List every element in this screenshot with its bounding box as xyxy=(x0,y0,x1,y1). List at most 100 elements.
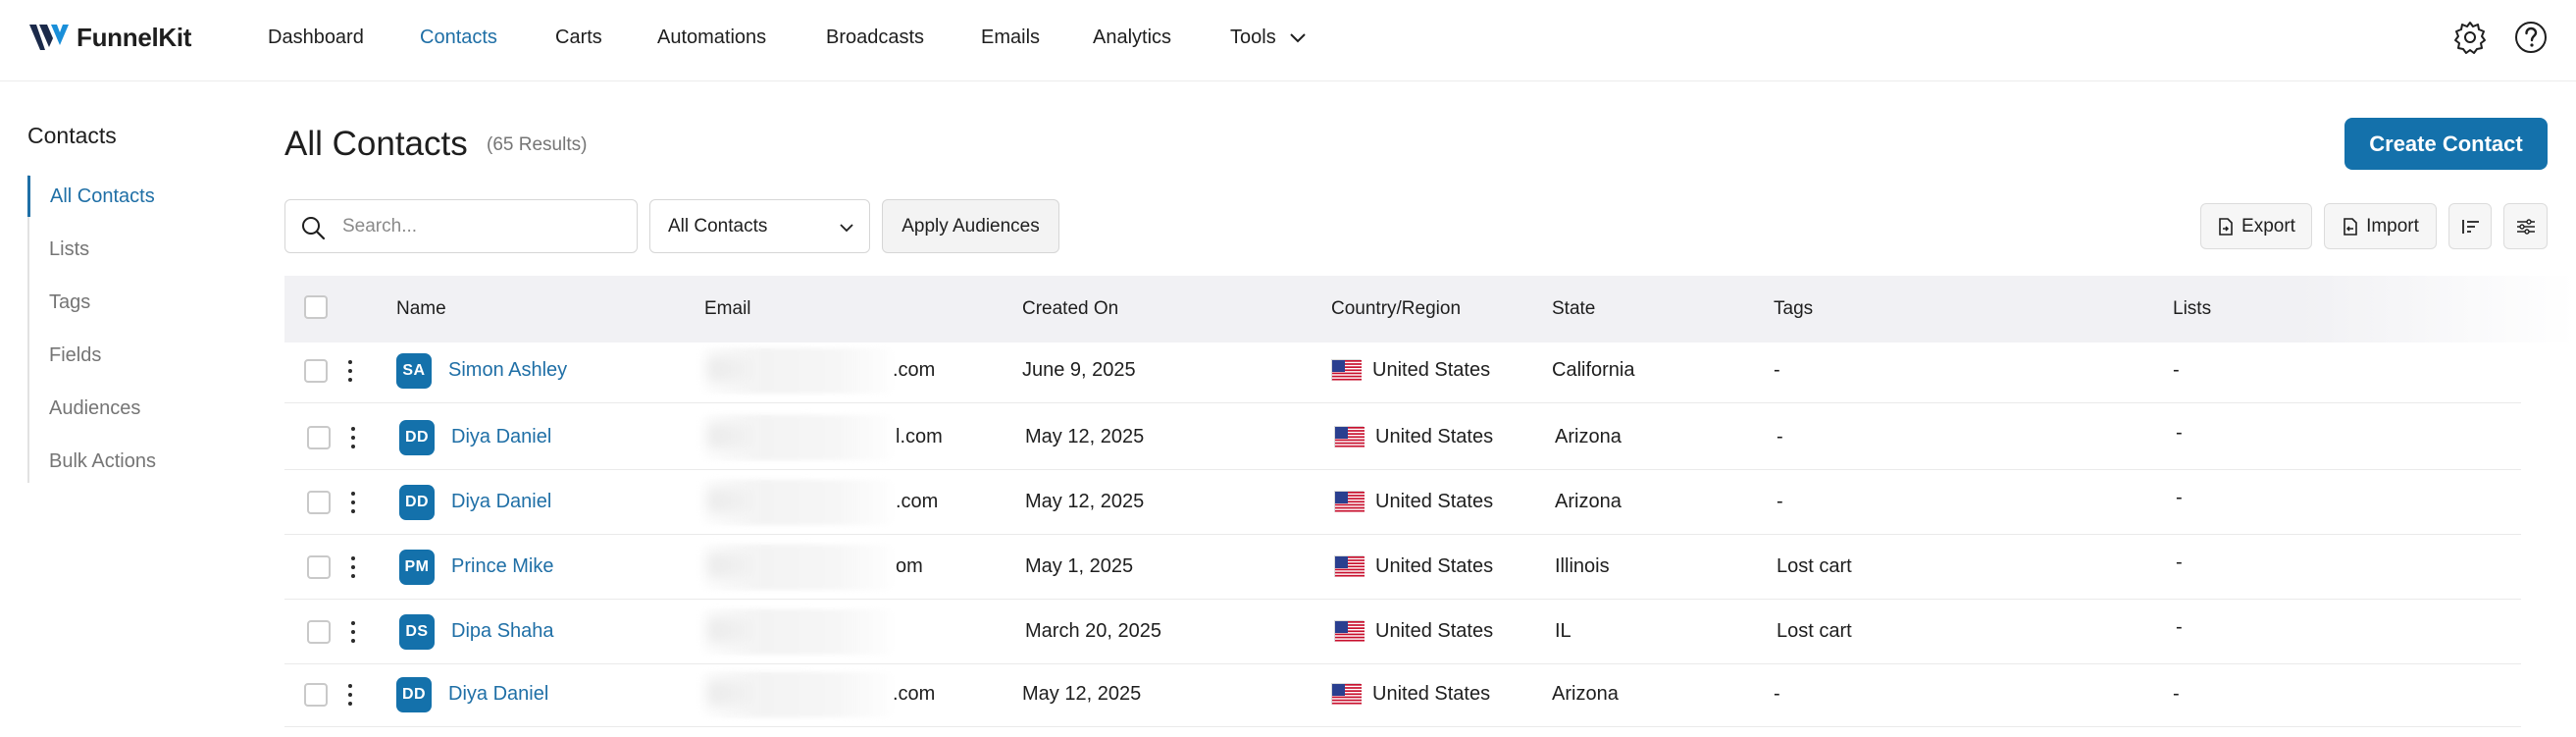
import-button[interactable]: Import xyxy=(2324,203,2437,249)
country: United States xyxy=(1375,555,1494,577)
email-visible-suffix: .com xyxy=(893,359,936,381)
table-row[interactable]: DS Dipa Shaha March 20, 2025 United States I… xyxy=(284,600,2521,664)
table-row[interactable]: SA Simon Ashley .com June 9, 2025 United Sta… xyxy=(284,339,2521,403)
avatar: DD xyxy=(399,485,435,520)
audience-select-value: All Contacts xyxy=(668,216,768,237)
email-redaction xyxy=(701,348,893,394)
create-contact-button[interactable]: Create Contact xyxy=(2344,118,2548,170)
avatar: DD xyxy=(399,420,435,455)
nav-automations[interactable]: Automations xyxy=(657,25,766,50)
created-on: May 1, 2025 xyxy=(1025,555,1134,577)
table-header: Name Email Created On Country/Region Sta… xyxy=(284,276,2576,342)
chevron-down-icon[interactable] xyxy=(1287,27,1309,49)
state: IL xyxy=(1555,620,1571,642)
sidebar-item-tags[interactable]: Tags xyxy=(27,282,233,323)
created-on: June 9, 2025 xyxy=(1022,359,1136,381)
row-checkbox[interactable] xyxy=(307,620,331,644)
column-header-email[interactable]: Email xyxy=(704,297,751,321)
row-checkbox[interactable] xyxy=(304,683,328,707)
row-checkbox[interactable] xyxy=(307,426,331,449)
created-on: May 12, 2025 xyxy=(1025,491,1145,512)
row-actions-icon[interactable] xyxy=(343,683,357,707)
column-header-created-on[interactable]: Created On xyxy=(1022,297,1118,321)
row-actions-icon[interactable] xyxy=(346,555,360,579)
column-header-lists[interactable]: Lists xyxy=(2173,297,2211,321)
tags: - xyxy=(1774,683,1780,705)
select-all-checkbox[interactable] xyxy=(304,295,328,319)
table-row[interactable]: PM Prince Mike om May 1, 2025 United States I… xyxy=(284,535,2521,600)
help-icon[interactable] xyxy=(2513,20,2549,55)
nav-analytics[interactable]: Analytics xyxy=(1093,25,1171,50)
email-redaction xyxy=(701,609,893,655)
sidebar-item-lists[interactable]: Lists xyxy=(27,229,233,270)
nav-carts[interactable]: Carts xyxy=(555,25,602,50)
lists: - xyxy=(2176,616,2183,638)
export-button[interactable]: Export xyxy=(2200,203,2312,249)
funnelkit-logo[interactable]: FunnelKit xyxy=(27,18,191,57)
column-header-country[interactable]: Country/Region xyxy=(1331,297,1461,321)
apply-audiences-button[interactable]: Apply Audiences xyxy=(882,199,1059,253)
us-flag-icon xyxy=(1334,555,1365,578)
column-header-name[interactable]: Name xyxy=(396,297,446,321)
sidebar-item-all-contacts[interactable]: All Contacts xyxy=(27,176,233,217)
row-checkbox[interactable] xyxy=(304,359,328,383)
sidebar-item-bulk-actions[interactable]: Bulk Actions xyxy=(27,441,233,482)
search-input[interactable] xyxy=(342,210,622,243)
country: United States xyxy=(1375,620,1494,642)
table-row[interactable]: DD Diya Daniel .com May 12, 2025 United Stat… xyxy=(284,470,2521,535)
column-header-state[interactable]: State xyxy=(1552,297,1595,321)
sidebar-rail xyxy=(27,175,29,483)
us-flag-icon xyxy=(1334,491,1365,513)
nav-broadcasts[interactable]: Broadcasts xyxy=(826,25,924,50)
state: Arizona xyxy=(1555,491,1622,512)
column-header-tags[interactable]: Tags xyxy=(1774,297,1813,321)
contact-name-link[interactable]: Prince Mike xyxy=(451,553,553,579)
created-on: May 12, 2025 xyxy=(1025,426,1145,447)
nav-contacts[interactable]: Contacts xyxy=(420,25,497,50)
avatar: DD xyxy=(396,677,432,712)
logo-text: FunnelKit xyxy=(77,22,192,52)
results-count: (65 Results) xyxy=(487,134,588,155)
row-actions-icon[interactable] xyxy=(346,620,360,644)
nav-tools[interactable]: Tools xyxy=(1230,25,1276,50)
export-icon xyxy=(2219,217,2233,236)
search-icon xyxy=(302,217,326,240)
contact-name-link[interactable]: Dipa Shaha xyxy=(451,618,554,644)
tags: - xyxy=(1777,491,1783,512)
row-divider xyxy=(284,402,2521,403)
table-row[interactable]: DD Diya Daniel l.com May 12, 2025 United Sta… xyxy=(284,405,2521,470)
contact-name-link[interactable]: Diya Daniel xyxy=(448,681,548,707)
lists: - xyxy=(2176,487,2183,508)
email-redaction xyxy=(701,545,893,590)
row-checkbox[interactable] xyxy=(307,491,331,514)
page-title: All Contacts xyxy=(284,125,468,163)
email-visible-suffix: om xyxy=(896,555,923,577)
sidebar-item-audiences[interactable]: Audiences xyxy=(27,388,233,429)
avatar: SA xyxy=(396,353,432,389)
sort-button[interactable] xyxy=(2448,203,2492,249)
contact-name-link[interactable]: Diya Daniel xyxy=(451,424,551,449)
lists: - xyxy=(2176,552,2183,573)
tags: Lost cart xyxy=(1777,555,1852,577)
email-redaction xyxy=(701,480,893,525)
tags: - xyxy=(1774,359,1780,381)
settings-icon[interactable] xyxy=(2452,20,2488,55)
sidebar-item-fields[interactable]: Fields xyxy=(27,335,233,376)
table-row[interactable]: DD Diya Daniel .com May 12, 2025 United Stat… xyxy=(284,662,2521,727)
nav-emails[interactable]: Emails xyxy=(981,25,1040,50)
sort-icon xyxy=(2462,219,2479,234)
row-actions-icon[interactable] xyxy=(343,359,357,383)
email-visible-suffix: .com xyxy=(896,491,939,512)
row-actions-icon[interactable] xyxy=(346,426,360,449)
nav-dashboard[interactable]: Dashboard xyxy=(268,25,364,50)
email-redaction xyxy=(701,415,893,460)
row-checkbox[interactable] xyxy=(307,555,331,579)
row-actions-icon[interactable] xyxy=(346,491,360,514)
columns-settings-button[interactable] xyxy=(2503,203,2548,249)
audience-select[interactable]: All Contacts xyxy=(649,199,870,253)
contact-name-link[interactable]: Diya Daniel xyxy=(451,489,551,514)
created-on: March 20, 2025 xyxy=(1025,620,1161,642)
chevron-down-icon xyxy=(840,224,853,233)
contact-name-link[interactable]: Simon Ashley xyxy=(448,357,567,383)
country: United States xyxy=(1372,359,1491,381)
